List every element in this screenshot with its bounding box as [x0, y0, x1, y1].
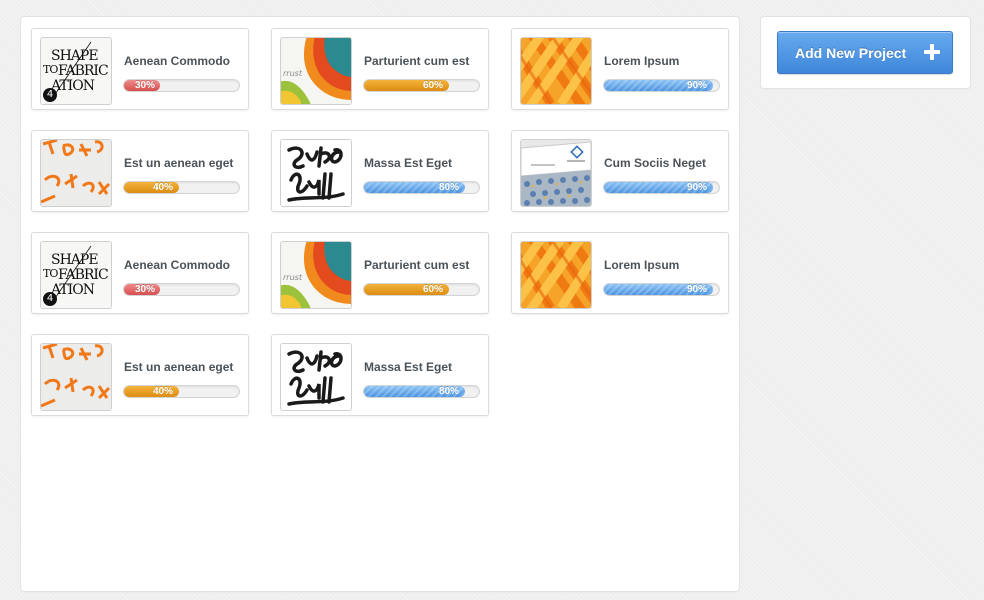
project-card[interactable]: Est un aenean eget 40%	[31, 130, 249, 212]
project-card[interactable]: Est un aenean eget 40%	[31, 334, 249, 416]
svg-text:SHAPE: SHAPE	[51, 48, 98, 64]
thumb-wordmark: rrust	[283, 69, 303, 78]
progress-fill: 80%	[364, 182, 465, 193]
project-title[interactable]: Aenean Commodo	[124, 54, 230, 68]
count-badge: 4	[43, 292, 57, 306]
project-card[interactable]: Lorem Ipsum 90%	[511, 232, 729, 314]
script-lettering-artwork	[281, 344, 351, 410]
project-card[interactable]: Lorem Ipsum 90%	[511, 28, 729, 110]
progress-bar: 40%	[123, 385, 240, 398]
progress-fill: 60%	[364, 80, 449, 91]
thumb-wordmark: rrust	[283, 273, 303, 282]
project-title[interactable]: Cum Sociis Neget	[604, 156, 706, 170]
progress-fill: 90%	[604, 80, 713, 91]
project-thumbnail[interactable]: SHAPE TO FABRIC ATION 4	[40, 241, 112, 309]
svg-text:TO: TO	[43, 63, 58, 76]
project-thumbnail[interactable]	[280, 343, 352, 411]
project-title[interactable]: Lorem Ipsum	[604, 54, 679, 68]
progress-bar: 90%	[603, 79, 720, 92]
progress-fill: 90%	[604, 182, 713, 193]
script-lettering-artwork	[281, 140, 351, 206]
progress-fill: 40%	[124, 182, 179, 193]
progress-bar: 90%	[603, 181, 720, 194]
svg-text:FABRIC: FABRIC	[58, 267, 108, 283]
progress-bar: 60%	[363, 283, 480, 296]
business-cards-artwork	[521, 140, 591, 206]
project-thumbnail[interactable]	[280, 139, 352, 207]
project-card[interactable]: rrust Parturient cum est 60%	[271, 232, 489, 314]
svg-text:TO: TO	[43, 267, 58, 280]
projects-panel: SHAPE TO FABRIC ATION 4 Aenean Commodo 3…	[21, 17, 739, 591]
project-title[interactable]: Parturient cum est	[364, 54, 469, 68]
project-thumbnail[interactable]: rrust	[280, 241, 352, 309]
project-thumbnail[interactable]	[520, 139, 592, 207]
project-title[interactable]: Massa Est Eget	[364, 360, 452, 374]
trust-waves-artwork: rrust	[281, 242, 351, 308]
progress-fill: 60%	[364, 284, 449, 295]
project-title[interactable]: Parturient cum est	[364, 258, 469, 272]
orange-type-artwork	[41, 140, 111, 206]
progress-bar: 40%	[123, 181, 240, 194]
progress-bar: 30%	[123, 79, 240, 92]
project-card[interactable]: rrust Parturient cum est 60%	[271, 28, 489, 110]
plus-icon	[924, 44, 940, 60]
progress-bar: 80%	[363, 181, 480, 194]
svg-text:FABRIC: FABRIC	[58, 63, 108, 79]
progress-fill: 80%	[364, 386, 465, 397]
progress-fill: 40%	[124, 386, 179, 397]
project-thumbnail[interactable]: rrust	[280, 37, 352, 105]
project-card[interactable]: SHAPE TO FABRIC ATION 4 Aenean Commodo 3…	[31, 232, 249, 314]
project-title[interactable]: Aenean Commodo	[124, 258, 230, 272]
project-title[interactable]: Est un aenean eget	[124, 360, 233, 374]
progress-bar: 80%	[363, 385, 480, 398]
progress-fill: 30%	[124, 284, 160, 295]
svg-text:SHAPE: SHAPE	[51, 252, 98, 268]
count-badge: 4	[43, 88, 57, 102]
project-card[interactable]: Massa Est Eget 80%	[271, 334, 489, 416]
orange-lattice-artwork	[521, 38, 591, 104]
project-title[interactable]: Massa Est Eget	[364, 156, 452, 170]
project-thumbnail[interactable]	[40, 139, 112, 207]
project-thumbnail[interactable]: SHAPE TO FABRIC ATION 4	[40, 37, 112, 105]
progress-fill: 30%	[124, 80, 160, 91]
project-title[interactable]: Est un aenean eget	[124, 156, 233, 170]
add-new-project-button[interactable]: Add New Project	[777, 31, 953, 74]
project-card[interactable]: SHAPE TO FABRIC ATION 4 Aenean Commodo 3…	[31, 28, 249, 110]
orange-type-artwork	[41, 344, 111, 410]
progress-fill: 90%	[604, 284, 713, 295]
progress-bar: 30%	[123, 283, 240, 296]
project-thumbnail[interactable]	[520, 37, 592, 105]
progress-bar: 60%	[363, 79, 480, 92]
project-title[interactable]: Lorem Ipsum	[604, 258, 679, 272]
project-card[interactable]: Cum Sociis Neget 90%	[511, 130, 729, 212]
orange-lattice-artwork	[521, 242, 591, 308]
project-thumbnail[interactable]	[520, 241, 592, 309]
project-thumbnail[interactable]	[40, 343, 112, 411]
trust-waves-artwork: rrust	[281, 38, 351, 104]
progress-bar: 90%	[603, 283, 720, 296]
project-card[interactable]: Massa Est Eget 80%	[271, 130, 489, 212]
actions-panel: Add New Project	[761, 17, 970, 88]
add-new-project-label: Add New Project	[795, 45, 907, 61]
